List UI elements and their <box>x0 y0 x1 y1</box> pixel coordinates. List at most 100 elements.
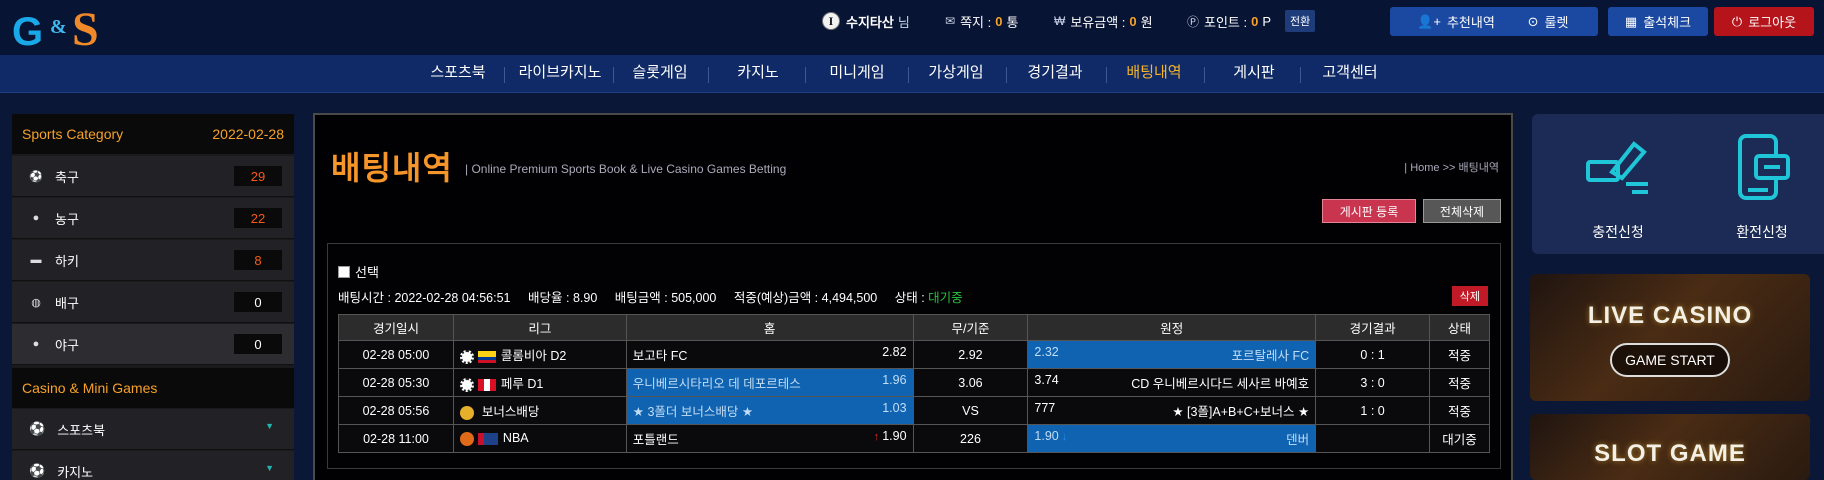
live-casino-title: LIVE CASINO <box>1587 302 1753 329</box>
chevron-down-icon: ▼ <box>265 421 274 431</box>
roulette-button[interactable]: ⊙ 룰렛 <box>1498 7 1598 36</box>
nav-casino[interactable]: 카지노 <box>737 55 778 93</box>
soccer-ball-icon <box>459 349 474 364</box>
sidebar-item-baseball[interactable]: ● 야구 0 <box>12 324 294 365</box>
messages-count: 0 <box>995 13 1003 29</box>
points-value: 0 <box>1251 13 1259 29</box>
bet-history-panel: 배팅내역 | Online Premium Sports Book & Live… <box>313 113 1513 480</box>
basketball-count: 22 <box>234 208 282 228</box>
game-start-button[interactable]: GAME START <box>1610 343 1730 377</box>
col-date: 경기일시 <box>338 314 454 341</box>
checkbox-icon[interactable] <box>338 265 350 278</box>
bet-odds: 8.90 <box>572 291 598 305</box>
user-plus-icon: 👤+ <box>1417 13 1441 29</box>
medal-icon <box>459 405 474 420</box>
col-away: 원정 <box>1027 314 1317 341</box>
soccer-ball-icon: ⚽ <box>29 421 46 436</box>
volleyball-count: 0 <box>234 292 282 312</box>
soccer-ball-icon: ⚽ <box>29 170 43 183</box>
col-league: 리그 <box>452 314 627 341</box>
colombia-flag-icon <box>477 350 496 363</box>
power-icon: ⏻ <box>1731 13 1743 29</box>
page-subtitle: | Online Premium Sports Book & Live Casi… <box>465 162 787 176</box>
soccer-ball-icon <box>459 377 474 392</box>
table-row: 02-28 11:00 NBA 포틀랜드 ↑ 1.90 226 1.90 ↓ 덴버 … <box>338 424 1490 453</box>
volleyball-icon: ◍ <box>31 296 41 309</box>
col-status: 상태 <box>1429 314 1490 341</box>
table-row: 02-28 05:00 콜롬비아 D2 보고타 FC 2.82 2.92 2.32… <box>338 340 1490 369</box>
slot-game-banner[interactable]: SLOT GAME <box>1530 414 1810 480</box>
slot-game-title: SLOT GAME <box>1594 440 1746 467</box>
sidebar-item-hockey[interactable]: ▬ 하키 8 <box>12 240 294 281</box>
sidebar-item-casino[interactable]: ⚽ 카지노 ▼ <box>12 451 294 480</box>
nav-bet-history[interactable]: 배팅내역 <box>1126 55 1181 93</box>
calendar-icon: ▦ <box>1624 13 1638 29</box>
sidebar-item-casino-sportsbook[interactable]: ⚽ 스포츠북 ▼ <box>12 409 294 450</box>
col-draw: 무/기준 <box>912 314 1029 341</box>
delete-all-button[interactable]: 전체삭제 <box>1423 199 1501 223</box>
select-checkbox[interactable]: 선택 <box>338 262 379 281</box>
main-nav: 스포츠북 라이브카지노 슬롯게임 카지노 미니게임 가상게임 경기결과 배팅내역… <box>0 55 1824 93</box>
hockey-count: 8 <box>234 250 282 270</box>
nba-logo-icon <box>477 432 498 445</box>
arrow-down-icon: ↓ <box>1058 431 1068 443</box>
baseball-count: 0 <box>234 334 282 354</box>
withdraw-label: 환전신청 <box>1736 224 1788 240</box>
balance-info: ₩ 보유금액 : 0 원 <box>1054 13 1153 30</box>
messages-info[interactable]: ✉ 쪽지 : 0 통 <box>945 10 1018 32</box>
soccer-ball-icon: ⚽ <box>29 463 46 478</box>
left-sidebar: Sports Category 2022-02-28 ⚽ 축구 29 ● 농구 … <box>12 114 294 480</box>
table-header-row: 경기일시 리그 홈 무/기준 원정 경기결과 상태 <box>338 314 1490 341</box>
envelope-icon: ✉ <box>945 14 956 28</box>
sidebar-item-volleyball[interactable]: ◍ 배구 0 <box>12 282 294 323</box>
sports-category-header: Sports Category 2022-02-28 <box>12 114 294 154</box>
expected-amount: 4,494,500 <box>821 291 878 305</box>
withdraw-icon <box>1738 134 1790 200</box>
bet-summary: 배팅시간 : 2022-02-28 04:56:51 배당율 : 8.90 배팅… <box>338 291 963 305</box>
attendance-button[interactable]: ▦ 출석체크 <box>1608 7 1708 36</box>
board-register-button[interactable]: 게시판 등록 <box>1322 199 1416 223</box>
bet-slip: 선택 배팅시간 : 2022-02-28 04:56:51 배당율 : 8.90… <box>327 243 1501 469</box>
hockey-puck-icon: ▬ <box>30 254 42 266</box>
logout-button[interactable]: ⏻ 로그아웃 <box>1714 7 1814 36</box>
points-switch-button[interactable]: 전환 <box>1285 10 1316 32</box>
withdraw-card[interactable]: 환전신청 <box>1676 114 1824 254</box>
bet-amount: 505,000 <box>671 291 717 305</box>
nav-results[interactable]: 경기결과 <box>1027 55 1082 93</box>
nav-mini-games[interactable]: 미니게임 <box>829 55 884 93</box>
sports-date: 2022-02-28 <box>212 126 284 142</box>
table-row: 02-28 05:56 보너스배당 ★ 3폴더 보너스배당 ★ 1.03 VS 7… <box>338 396 1490 425</box>
page-title: 배팅내역 <box>331 150 453 186</box>
bet-status: 대기중 <box>928 291 963 305</box>
nav-board[interactable]: 게시판 <box>1233 55 1274 93</box>
nav-virtual-games[interactable]: 가상게임 <box>928 55 983 93</box>
user-level-icon: I <box>822 12 840 30</box>
peru-flag-icon <box>477 378 496 391</box>
delete-bet-button[interactable]: 삭제 <box>1451 286 1488 306</box>
table-row: 02-28 05:30 페루 D1 우니베르시타리오 데 데포르테스 1.96 3… <box>338 368 1490 397</box>
sidebar-item-basketball[interactable]: ● 농구 22 <box>12 198 294 239</box>
live-casino-banner[interactable]: LIVE CASINO GAME START <box>1530 274 1810 401</box>
won-icon: ₩ <box>1054 14 1066 28</box>
arrow-up-icon: ↑ <box>873 431 883 443</box>
site-logo[interactable]: G & S <box>12 3 136 56</box>
baseball-icon: ● <box>32 338 40 350</box>
soccer-count: 29 <box>234 166 282 186</box>
roulette-icon: ⊙ <box>1527 13 1539 29</box>
casino-mini-header: Casino & Mini Games <box>12 368 294 408</box>
nav-live-casino[interactable]: 라이브카지노 <box>519 55 602 93</box>
points-info: Ⓟ 포인트 : 0 P 전환 <box>1187 10 1316 32</box>
bet-table: 경기일시 리그 홈 무/기준 원정 경기결과 상태 02-28 05:00 콜롬… <box>338 314 1490 453</box>
bet-time: 2022-02-28 04:56:51 <box>394 291 511 305</box>
col-result: 경기결과 <box>1315 314 1430 341</box>
col-home: 홈 <box>625 314 914 341</box>
deposit-icon <box>1586 141 1648 194</box>
breadcrumb[interactable]: | Home >> 배팅내역 <box>1404 159 1499 175</box>
nav-customer-center[interactable]: 고객센터 <box>1322 55 1377 93</box>
basketball-icon: ● <box>32 212 40 224</box>
chevron-down-icon: ▼ <box>265 463 274 473</box>
nav-slot[interactable]: 슬롯게임 <box>632 55 687 93</box>
basketball-icon <box>459 431 474 446</box>
sidebar-item-soccer[interactable]: ⚽ 축구 29 <box>12 156 294 197</box>
nav-sportsbook[interactable]: 스포츠북 <box>430 55 485 93</box>
